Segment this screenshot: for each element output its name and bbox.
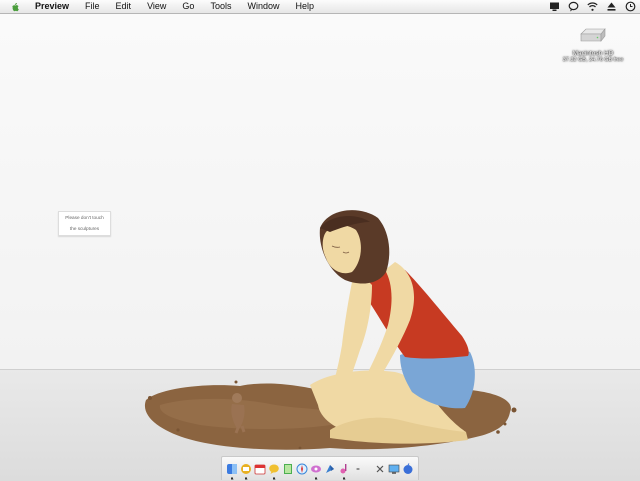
dock-item-safari[interactable] [296,462,308,476]
drive-name: Macintosh HD [572,50,614,57]
dock-item-apps[interactable] [402,462,414,476]
dock-item-photo[interactable] [310,462,322,480]
dock [221,456,419,480]
menu-view[interactable]: View [139,0,174,13]
clock-icon[interactable] [625,1,636,12]
dock-item-ichat[interactable] [268,462,280,480]
preview-icon [326,464,334,473]
safari-icon [296,463,308,474]
dock-item-notes[interactable] [282,462,294,476]
desktop-wall [0,14,640,370]
mail-icon [241,463,251,474]
notes-icon [284,463,292,474]
itunes-icon [340,463,347,473]
status-area [549,1,636,12]
menu-window[interactable]: Window [239,0,287,13]
dock-item-preview[interactable] [324,462,336,476]
dock-item-mail[interactable] [240,462,252,480]
display-icon[interactable] [549,1,560,12]
sign-line-2: the sculptures [69,226,100,231]
hard-drive-icon[interactable] [578,26,608,48]
menu-help[interactable]: Help [287,0,322,13]
trash-icon [376,465,384,472]
drive-info: 37.32 GB, 24.76 GB free [562,57,624,63]
apps-icon [403,462,413,474]
menu-file[interactable]: File [77,0,108,13]
running-indicator [230,476,234,480]
speech-bubble-icon[interactable] [568,1,579,12]
apple-menu-icon[interactable] [10,2,20,12]
menu-edit[interactable]: Edit [108,0,140,13]
menu-app-name[interactable]: Preview [27,0,77,13]
more-icon [356,467,360,470]
ichat-icon [269,464,279,474]
running-indicator [244,476,248,480]
dock-item-screen[interactable] [388,462,400,476]
finder-icon [227,463,237,474]
dock-item-ical[interactable] [254,462,266,476]
screen-icon [388,464,400,474]
dock-item-more[interactable] [352,462,364,476]
wall-sign: Please don't touch the sculptures [58,211,111,236]
drive-icon-group[interactable]: Macintosh HD 37.32 GB, 24.76 GB free [552,26,634,64]
running-indicator [272,476,276,480]
menu-bar: Preview File Edit View Go Tools Window H… [0,0,640,14]
photo-icon [311,465,321,472]
dock-item-itunes[interactable] [338,462,350,480]
dock-item-finder[interactable] [226,462,238,480]
sign-line-1: Please don't touch [65,215,104,220]
running-indicator [314,476,318,480]
ical-icon [254,464,266,474]
dock-item-trash[interactable] [374,462,386,476]
eject-icon[interactable] [606,1,617,12]
menu-go[interactable]: Go [174,0,202,13]
menu-tools[interactable]: Tools [202,0,239,13]
wifi-icon[interactable] [587,1,598,12]
running-indicator [342,476,346,480]
